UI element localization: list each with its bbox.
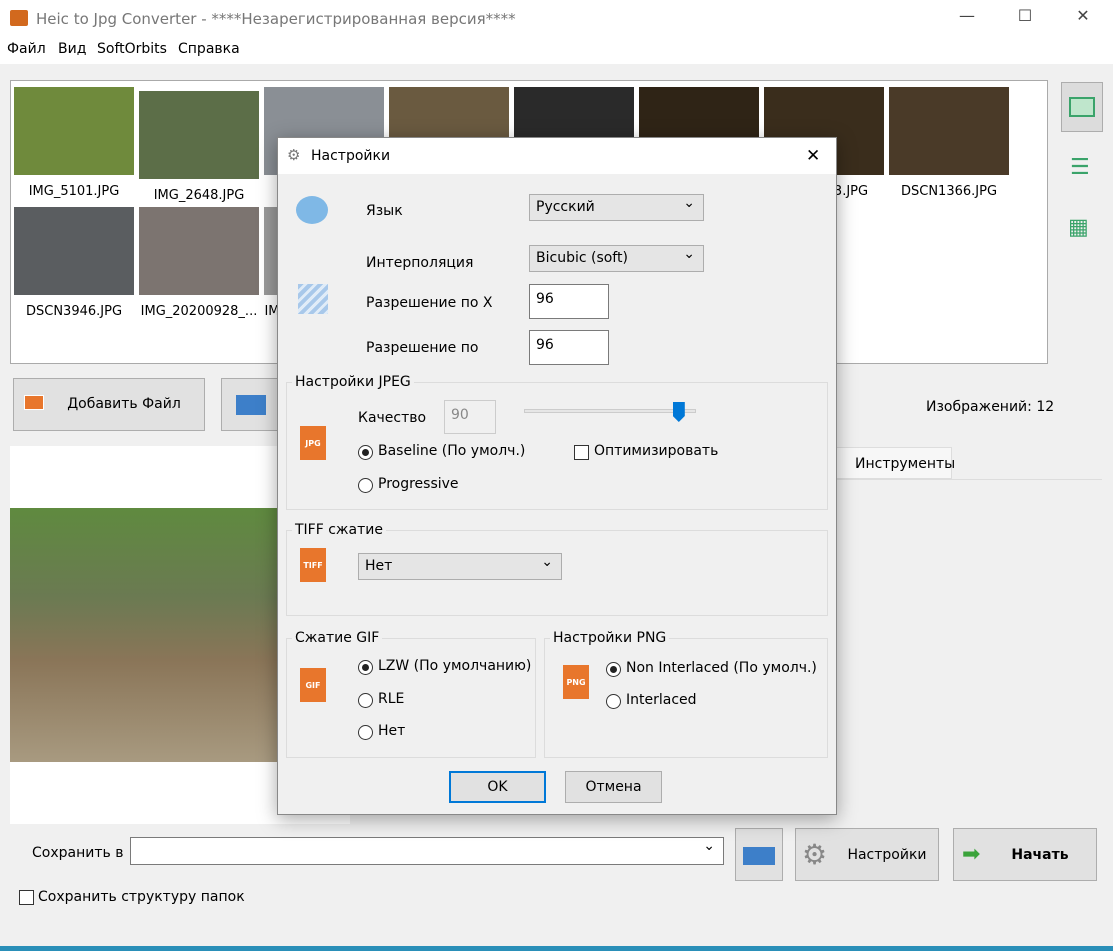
gif-none-radio[interactable]: [358, 725, 373, 740]
language-icon: [296, 196, 328, 224]
dialog-title: Настройки: [311, 148, 391, 164]
thumbnail-name: IMG_20200928_...: [140, 304, 258, 319]
thumbnail-image[interactable]: [14, 207, 134, 295]
minimize-button[interactable]: —: [944, 6, 990, 32]
gif-file-icon: GIF: [300, 668, 326, 702]
quality-label: Качество: [358, 410, 427, 426]
dialog-close-button[interactable]: ✕: [806, 146, 820, 166]
thumbnail-image[interactable]: [14, 87, 134, 175]
ok-button[interactable]: OK: [449, 771, 546, 803]
baseline-radio[interactable]: [358, 445, 373, 460]
settings-dialog: ⚙ Настройки ✕ Язык Русский Интерполяция …: [277, 137, 837, 815]
thumbnail-name: DSCN3946.JPG: [25, 304, 123, 319]
language-label: Язык: [366, 203, 403, 219]
window-title: Heic to Jpg Converter - ****Незарегистри…: [36, 10, 516, 28]
tiff-group-label: TIFF сжатие: [292, 522, 386, 538]
thumbnail-name: DSCN1366.JPG: [900, 184, 998, 199]
close-button[interactable]: ✕: [1060, 6, 1106, 32]
png-non-interlaced-radio[interactable]: [606, 662, 621, 677]
tab-tools[interactable]: Инструменты: [830, 447, 956, 479]
menu-file[interactable]: Файл: [7, 41, 46, 57]
browse-folder-button[interactable]: [735, 828, 783, 881]
start-label: Начать: [1011, 847, 1069, 863]
interpolation-select[interactable]: Bicubic (soft): [529, 245, 704, 272]
quality-input[interactable]: 90: [444, 400, 496, 434]
resolution-x-input[interactable]: 96: [529, 284, 609, 319]
add-file-label: Добавить Файл: [67, 396, 181, 412]
thumbnail-image[interactable]: [889, 87, 1009, 175]
png-file-icon: PNG: [563, 665, 589, 699]
status-strip: [0, 946, 1113, 951]
list-view-icon[interactable]: ☰: [1070, 155, 1090, 180]
save-to-label: Сохранить в: [32, 845, 124, 861]
quality-slider-track[interactable]: [524, 409, 696, 413]
optimize-label: Оптимизировать: [594, 443, 719, 459]
image-icon: [1069, 97, 1095, 117]
gear-icon: ⚙: [287, 146, 301, 164]
thumbnail-image[interactable]: [139, 207, 259, 295]
thumbnail-image[interactable]: [139, 91, 259, 179]
tiff-compression-select[interactable]: Нет: [358, 553, 562, 580]
image-count: Изображений: 12: [926, 399, 1055, 415]
png-group-label: Настройки PNG: [550, 630, 670, 646]
arrow-right-icon: ➡: [962, 842, 981, 867]
menu-help[interactable]: Справка: [178, 41, 240, 57]
jpeg-group-label: Настройки JPEG: [292, 374, 414, 390]
resolution-y-input[interactable]: 96: [529, 330, 609, 365]
cancel-button[interactable]: Отмена: [565, 771, 662, 803]
gif-lzw-label: LZW (По умолчанию): [378, 658, 532, 674]
settings-label: Настройки: [847, 847, 927, 863]
language-select[interactable]: Русский: [529, 194, 704, 221]
keep-structure-label: Сохранить структуру папок: [38, 889, 245, 905]
gif-none-label: Нет: [378, 723, 406, 739]
app-icon: [10, 10, 28, 26]
keep-structure-checkbox[interactable]: [19, 890, 34, 905]
progressive-radio[interactable]: [358, 478, 373, 493]
jpg-file-icon: JPG: [300, 426, 326, 460]
progressive-label: Progressive: [378, 476, 459, 492]
gif-rle-label: RLE: [378, 691, 405, 707]
save-to-combobox[interactable]: [130, 837, 724, 865]
baseline-label: Baseline (По умолч.): [378, 443, 526, 459]
maximize-button[interactable]: ☐: [1002, 6, 1048, 32]
tab-divider: [830, 479, 1102, 480]
add-file-icon: [24, 395, 44, 410]
optimize-checkbox[interactable]: [574, 445, 589, 460]
resolution-x-label: Разрешение по X: [366, 295, 493, 311]
folder-icon: [743, 847, 775, 865]
view-thumbnails-button[interactable]: [1061, 82, 1103, 132]
tiff-file-icon: TIFF: [300, 548, 326, 582]
gif-lzw-radio[interactable]: [358, 660, 373, 675]
thumbnail-name: IMG_5101.JPG: [28, 184, 120, 199]
resolution-y-label: Разрешение по: [366, 340, 479, 356]
menu-view[interactable]: Вид: [58, 41, 86, 57]
png-interlaced-radio[interactable]: [606, 694, 621, 709]
folder-icon: [236, 395, 266, 415]
resolution-icon: [298, 284, 328, 314]
menu-softorbits[interactable]: SoftOrbits: [97, 41, 167, 57]
tab-tools-label: Инструменты: [855, 456, 956, 472]
add-folder-button[interactable]: [221, 378, 281, 431]
gif-group-label: Сжатие GIF: [292, 630, 383, 646]
png-interlaced-label: Interlaced: [626, 692, 697, 708]
png-non-interlaced-label: Non Interlaced (По умолч.): [626, 660, 817, 676]
gif-rle-radio[interactable]: [358, 693, 373, 708]
thumbnail-name: IMG_2648.JPG: [153, 188, 245, 203]
interpolation-label: Интерполяция: [366, 255, 474, 271]
table-view-icon[interactable]: ▦: [1068, 215, 1089, 240]
gear-icon: ⚙: [802, 838, 828, 871]
